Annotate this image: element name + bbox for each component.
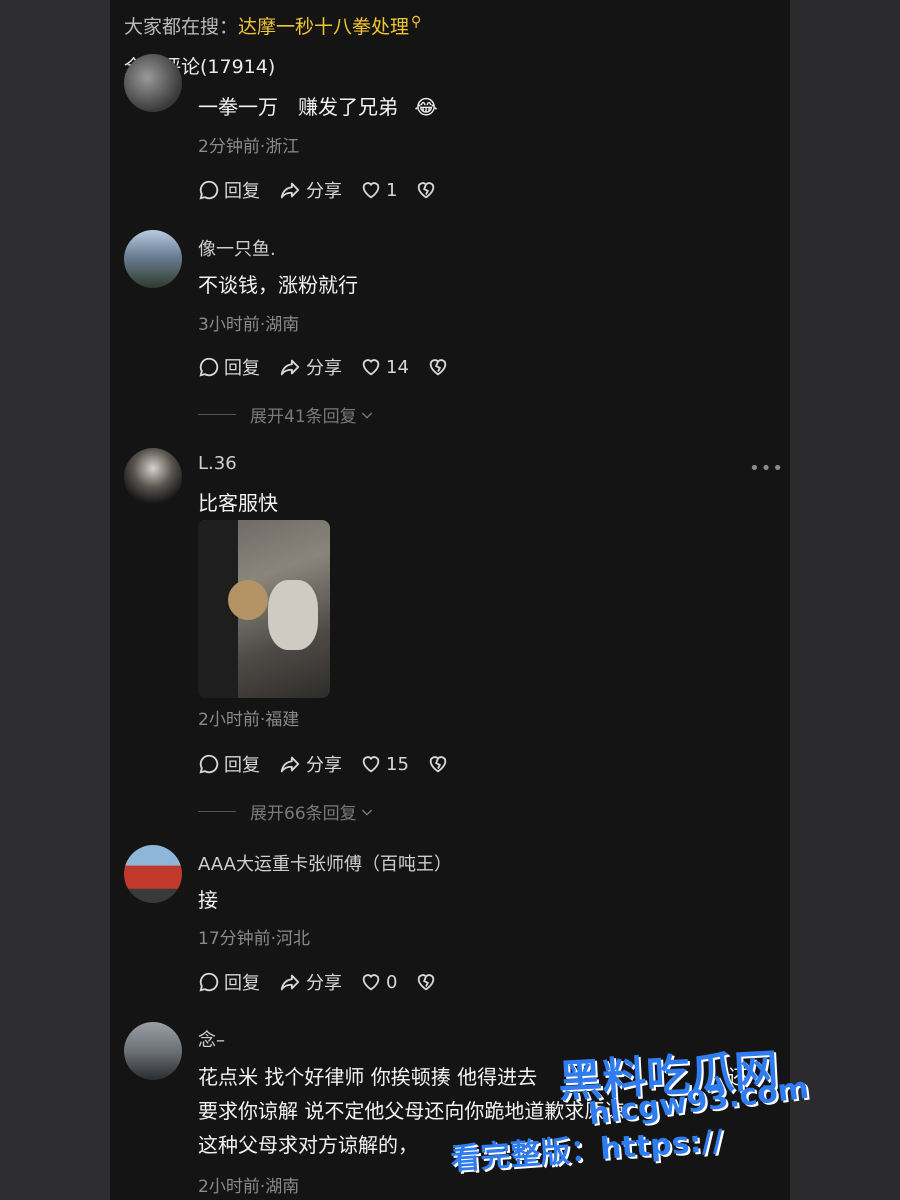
reply-button[interactable]: 回复 [198, 969, 260, 995]
like-button[interactable]: 0 [360, 971, 397, 993]
chat-bubble-icon [199, 180, 219, 200]
divider [198, 811, 236, 812]
search-icon[interactable]: ⚲ [411, 14, 421, 30]
comment-text-line: 花点米 找个好律师 你挨顿揍 他得进去 [198, 1065, 538, 1089]
share-arrow-icon [280, 756, 300, 773]
comment-text-line: 这种父母求对方谅解的， [198, 1133, 418, 1157]
avatar[interactable] [124, 230, 182, 288]
comment-actions: 回复 分享 14 [198, 354, 471, 380]
comment-actions: 回复 分享 1 [198, 177, 459, 203]
avatar[interactable] [124, 448, 182, 506]
right-backdrop [790, 0, 900, 1200]
avatar[interactable] [124, 54, 182, 112]
chat-bubble-icon [199, 754, 219, 774]
comment-meta: 3小时前·湖南 [198, 315, 300, 335]
broken-heart-icon [418, 182, 435, 199]
emoji-icon: 😂 [414, 95, 438, 119]
comment-text: 一拳一万 赚发了兄弟 [198, 95, 398, 119]
share-arrow-icon [280, 359, 300, 376]
dislike-button[interactable] [415, 179, 441, 201]
dislike-button[interactable] [415, 971, 441, 993]
reply-label: 回复 [224, 181, 260, 202]
comment-photo[interactable] [198, 520, 330, 698]
heart-icon [362, 756, 380, 773]
expand-replies-label: 展开66条回复 [250, 804, 357, 824]
comment-text-line: 要求你谅解 说不定他父母还向你跪地道歉求原谅 [198, 1099, 625, 1123]
photo-figure [268, 580, 318, 650]
broken-heart-icon [429, 756, 447, 773]
chat-bubble-icon [199, 357, 219, 377]
comment-username[interactable]: 念– [198, 1026, 225, 1052]
comment-content: 一拳一万 赚发了兄弟 😂 [198, 90, 438, 124]
heart-icon [362, 359, 380, 376]
comment-username[interactable]: L.36 [198, 453, 237, 474]
comment-text: 比客服快 [198, 491, 278, 515]
comment-meta: 2分钟前·浙江 [198, 137, 300, 157]
divider [198, 414, 236, 415]
broken-heart-icon [418, 974, 435, 991]
like-button[interactable]: 1 [360, 179, 397, 201]
broken-heart-icon [429, 359, 447, 376]
comment-text: 接 [198, 888, 218, 912]
like-count: 14 [386, 356, 409, 378]
share-arrow-icon [280, 974, 300, 991]
like-button[interactable]: 14 [360, 356, 409, 378]
share-button[interactable]: 分享 [278, 354, 342, 380]
comment-username[interactable]: AAA大运重卡张师傅（百吨王） [198, 850, 452, 876]
share-label: 分享 [306, 755, 342, 776]
comment-username[interactable]: 像一只鱼. [198, 235, 276, 261]
share-label: 分享 [306, 181, 342, 202]
reply-button[interactable]: 回复 [198, 751, 260, 777]
expand-replies-label: 展开41条回复 [250, 407, 357, 427]
like-button[interactable]: 15 [360, 753, 409, 775]
reply-label: 回复 [224, 973, 260, 994]
hot-search-keyword[interactable]: 达摩一秒十八拳处理 [238, 16, 409, 38]
left-backdrop [0, 0, 110, 1200]
comment-text: 花点米 找个好律师 你挨顿揍 他得进去 还 要求你谅解 说不定他父母还向你跪地道歉… [198, 1060, 758, 1162]
reply-button[interactable]: 回复 [198, 354, 260, 380]
more-options-icon[interactable]: ••• [749, 458, 784, 479]
comment-meta: 17分钟前·河北 [198, 929, 311, 949]
comment-text: 不谈钱，涨粉就行 [198, 273, 358, 297]
dislike-button[interactable] [427, 753, 453, 775]
heart-icon [362, 182, 380, 199]
like-count: 15 [386, 753, 409, 775]
dislike-button[interactable] [427, 356, 453, 378]
share-label: 分享 [306, 358, 342, 379]
like-count: 0 [386, 971, 398, 993]
share-button[interactable]: 分享 [278, 177, 342, 203]
reply-label: 回复 [224, 358, 260, 379]
chevron-down-icon [361, 809, 372, 816]
avatar[interactable] [124, 1022, 182, 1080]
heart-icon [362, 974, 380, 991]
photo-figure [228, 580, 268, 620]
comment-meta: 2小时前·湖南 [198, 1177, 300, 1197]
expand-replies-button[interactable]: 展开41条回复 [198, 402, 375, 427]
comment-text-line: 还 [728, 1065, 748, 1089]
comment-actions: 回复 分享 15 [198, 751, 471, 777]
reply-button[interactable]: 回复 [198, 177, 260, 203]
hot-search-prefix: 大家都在搜： [124, 16, 239, 38]
expand-replies-button[interactable]: 展开66条回复 [198, 799, 375, 824]
chevron-down-icon [361, 412, 372, 419]
comment-actions: 回复 分享 0 [198, 969, 459, 995]
comments-panel: 大家都在搜：达摩一秒十八拳处理 ⚲ 全部评论(17914) 一拳一万 赚发了兄弟 … [110, 0, 790, 1200]
reply-label: 回复 [224, 755, 260, 776]
share-button[interactable]: 分享 [278, 969, 342, 995]
avatar[interactable] [124, 845, 182, 903]
share-arrow-icon [280, 182, 300, 199]
share-button[interactable]: 分享 [278, 751, 342, 777]
like-count: 1 [386, 179, 398, 201]
chat-bubble-icon [199, 972, 219, 992]
share-label: 分享 [306, 973, 342, 994]
hot-search-bar[interactable]: 大家都在搜：达摩一秒十八拳处理 ⚲ [124, 12, 421, 39]
comment-meta: 2小时前·福建 [198, 710, 300, 730]
